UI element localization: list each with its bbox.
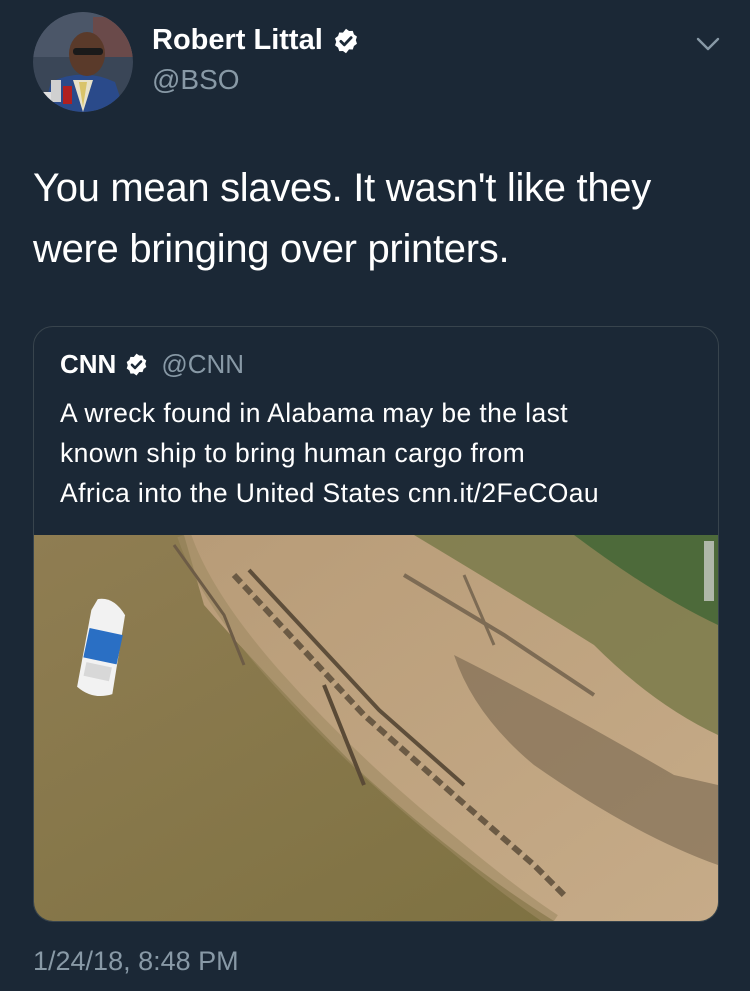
tweet: Robert Littal @BSO You mean slaves. It w… [0,0,750,991]
tweet-text-line: were bringing over printers. [33,227,510,271]
quoted-author-handle: @CNN [161,349,245,379]
quoted-text-line: A wreck found in Alabama may be the last [60,398,568,428]
author-avatar[interactable] [33,12,133,112]
verified-badge-icon [332,27,360,55]
quoted-text-line: Africa into the United States cnn.it/2Fe… [60,478,600,508]
aerial-shipwreck-photo-icon[interactable] [34,535,718,921]
chevron-down-icon[interactable] [692,28,724,60]
quoted-author-name: CNN [60,349,117,379]
avatar-photo-icon [33,12,133,112]
quoted-tweet-text: A wreck found in Alabama may be the last… [60,393,700,513]
tweet-timestamp[interactable]: 1/24/18, 8:48 PM [33,946,239,977]
author-name[interactable]: Robert Littal [152,24,360,57]
author-name-text: Robert Littal [152,24,323,56]
verified-badge-icon [124,352,149,377]
tweet-text: You mean slaves. It wasn't like they wer… [33,158,723,280]
tweet-text-line: You mean slaves. It wasn't like they [33,166,651,210]
quoted-tweet-header: CNN @CNN [60,349,244,380]
author-handle[interactable]: @BSO [152,64,240,96]
quoted-text-line: known ship to bring human cargo from [60,438,526,468]
quoted-tweet-card[interactable]: CNN @CNN A wreck found in Alabama may be… [33,326,719,922]
